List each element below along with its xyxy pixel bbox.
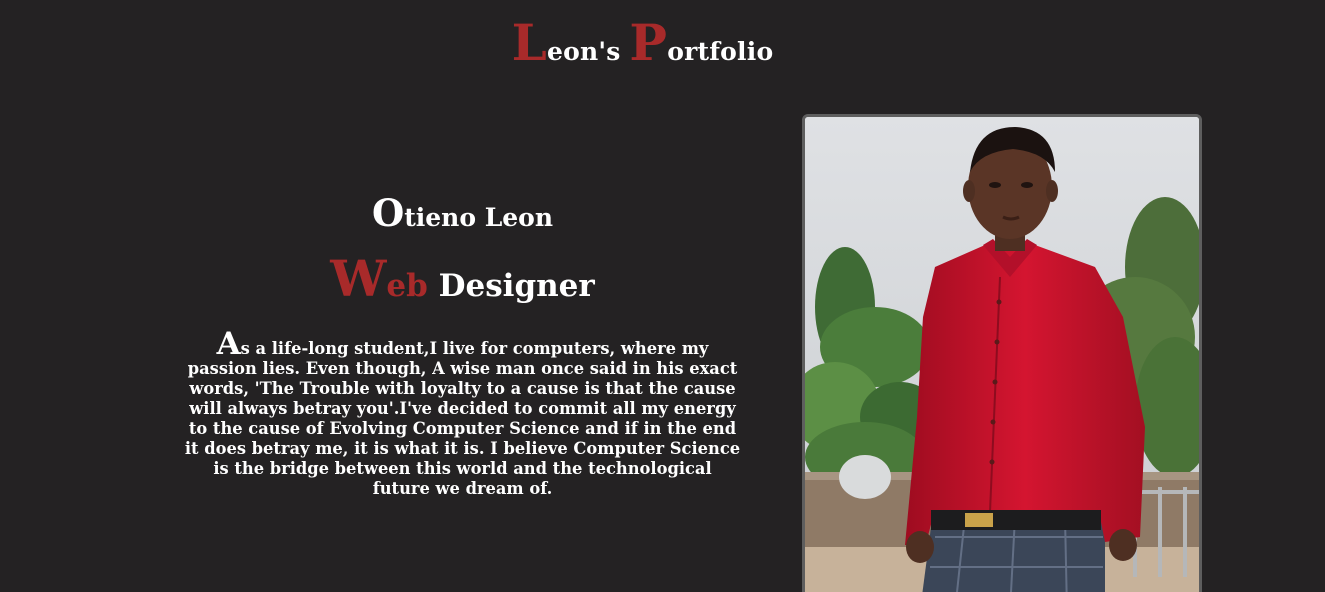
role-rest: Designer xyxy=(427,268,595,304)
intro-section: Otieno Leon Web Designer As a life-long … xyxy=(180,195,745,499)
title-initial-l: L xyxy=(511,13,548,72)
person-name: Otieno Leon xyxy=(180,195,745,232)
title-initial-p: P xyxy=(629,13,668,72)
site-title: Leon's Portfolio xyxy=(0,18,1285,68)
bio-initial: A xyxy=(216,326,241,362)
name-initial: O xyxy=(371,191,405,235)
role-red-rest: eb xyxy=(386,268,428,304)
role-initial: W xyxy=(330,249,387,308)
title-rest-eons: eon's xyxy=(547,37,630,66)
name-rest: tieno Leon xyxy=(404,203,554,232)
bio-paragraph: As a life-long student,I live for comput… xyxy=(180,329,745,499)
profile-photo xyxy=(802,114,1202,592)
job-title: Web Designer xyxy=(180,254,745,304)
portrait-image xyxy=(805,117,1199,592)
bio-text: s a life-long student,I live for compute… xyxy=(184,339,741,498)
title-rest-ortfolio: ortfolio xyxy=(667,37,774,66)
role-highlight: Web xyxy=(330,254,428,304)
portfolio-page: Leon's Portfolio Otieno Leon Web Designe… xyxy=(0,0,1325,592)
